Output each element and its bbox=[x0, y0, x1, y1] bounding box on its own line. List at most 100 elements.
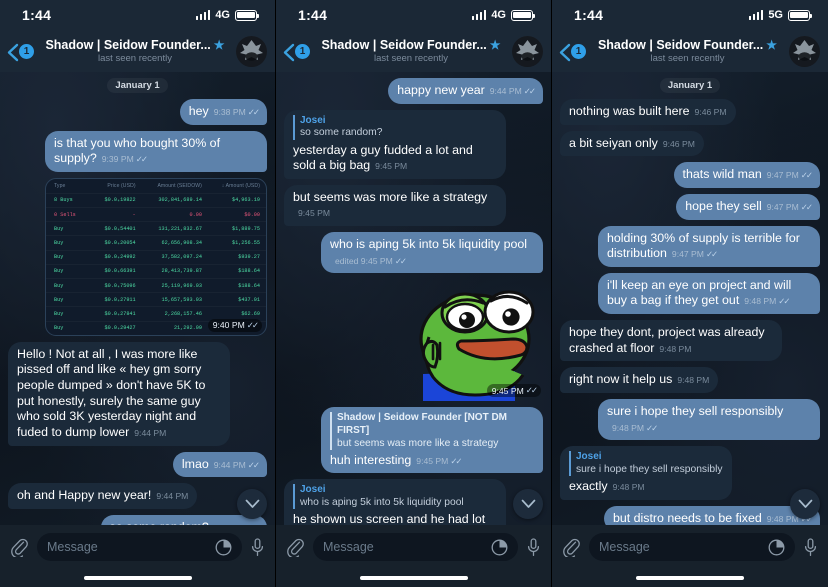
table-cell: 302,841,689.14 bbox=[142, 193, 208, 207]
unread-count-badge[interactable]: 1 bbox=[295, 43, 310, 59]
message-bubble[interactable]: oh and Happy new year! 9:44 PM bbox=[8, 483, 198, 509]
home-indicator[interactable] bbox=[636, 576, 744, 580]
chevron-left-icon[interactable] bbox=[282, 43, 295, 62]
unread-count-badge[interactable]: 1 bbox=[19, 43, 34, 59]
message-bubble[interactable]: sure i hope they sell responsibly 9:48 PM… bbox=[598, 398, 820, 441]
back-button[interactable]: 1 bbox=[6, 43, 34, 62]
column-header[interactable]: ↓ Amount (USD) bbox=[208, 179, 266, 194]
chat-title-block[interactable]: Shadow | Seidow Founder... ★ last seen rec… bbox=[586, 38, 789, 64]
trade-history-table[interactable]: Type Price (USD) Amount (SEIDOW) ↓ Amount (… bbox=[45, 177, 267, 336]
message-bubble[interactable]: holding 30% of supply is terrible for di… bbox=[598, 225, 820, 267]
reply-quote[interactable]: Josei sure i hope they sell responsibly bbox=[569, 451, 723, 477]
message-bubble[interactable]: a bit seiyan only 9:46 PM bbox=[560, 130, 704, 157]
message-bubble[interactable]: but distro needs to be fixed9:48 PM✓✓ bbox=[603, 505, 820, 525]
table-cell: $0.0₄20054 bbox=[93, 236, 142, 250]
sticker-icon[interactable] bbox=[491, 539, 508, 556]
table-row[interactable]: 0 Sells -0.00 $0.00 bbox=[46, 208, 266, 222]
reply-quote[interactable]: Josei who is aping 5k into 5k liquidity p… bbox=[293, 484, 497, 510]
message-bubble[interactable]: but seems was more like a strategy 9:45 P… bbox=[284, 184, 506, 227]
table-row[interactable]: Buy $0.0₄20054 62,656,908.34 $1,256.55 bbox=[46, 236, 266, 250]
message-time: 9:47 PM bbox=[671, 249, 704, 260]
microphone-icon[interactable] bbox=[251, 537, 264, 557]
home-indicator[interactable] bbox=[83, 576, 192, 580]
message-bubble[interactable]: Hello ! Not at all , I was more like pis… bbox=[8, 341, 230, 446]
unread-count-badge[interactable]: 1 bbox=[571, 43, 586, 59]
sticker-icon[interactable] bbox=[215, 539, 232, 556]
home-indicator[interactable] bbox=[359, 576, 468, 580]
message-bubble[interactable]: thats wild man 9:47 PM ✓✓ bbox=[673, 162, 820, 188]
message-input[interactable]: Message bbox=[589, 533, 795, 561]
message-row: oh and Happy new year! 9:44 PM bbox=[8, 483, 267, 509]
paperclip-icon[interactable] bbox=[563, 537, 580, 557]
table-row[interactable]: Buy $0.0₄27911 15,657,593.03 $437.01 bbox=[46, 293, 266, 307]
reply-author: Josei bbox=[300, 484, 326, 496]
message-bubble[interactable]: right now it help us 9:48 PM bbox=[560, 367, 719, 393]
message-meta: 9:45 PM ✓✓ bbox=[486, 384, 541, 398]
message-time: 9:48 PM bbox=[677, 375, 710, 386]
table-row[interactable]: Buy $0.0₄66391 28,413,739.87 $188.64 bbox=[46, 264, 266, 278]
read-receipt-icon: ✓✓ bbox=[800, 201, 813, 212]
reply-quote[interactable]: Josei so some random? bbox=[293, 114, 497, 140]
avatar[interactable] bbox=[789, 35, 820, 67]
message-list-container[interactable]: January 1 nothing was built here 9:46 PM a … bbox=[552, 72, 828, 525]
battery-icon bbox=[235, 9, 259, 21]
message-bubble[interactable]: is that you who bought 30% of supply? 9:3… bbox=[45, 130, 267, 172]
chevron-left-icon[interactable] bbox=[6, 43, 19, 62]
chat-header: 1 Shadow | Seidow Founder... ★ last seen re… bbox=[552, 30, 828, 72]
chevron-left-icon[interactable] bbox=[558, 43, 571, 62]
message-bubble[interactable]: Josei who is aping 5k into 5k liquidity p… bbox=[284, 479, 506, 525]
table-cell: $1,256.55 bbox=[208, 236, 266, 250]
avatar[interactable] bbox=[512, 35, 543, 67]
column-header[interactable]: Price (USD) bbox=[93, 179, 142, 194]
message-bubble[interactable]: Josei sure i hope they sell responsibly ex… bbox=[560, 446, 732, 500]
message-input[interactable]: Message bbox=[37, 533, 242, 561]
table-row[interactable]: Buy $0.0₄54401 131,221,832.67 $1,889.75 bbox=[46, 222, 266, 236]
table-cell: $188.64 bbox=[208, 279, 266, 293]
message-list-container[interactable]: January 1 hey 9:38 PM ✓✓ is that you who bou… bbox=[0, 72, 275, 525]
table-row[interactable]: Buy $0.0₄24992 37,582,097.24 $939.27 bbox=[46, 250, 266, 264]
pepe-frog-sticker[interactable]: 9:45 PM ✓✓ bbox=[393, 279, 543, 402]
message-bubble[interactable]: hey 9:38 PM ✓✓ bbox=[179, 99, 267, 125]
paperclip-icon[interactable] bbox=[287, 537, 304, 557]
message-bubble[interactable]: Shadow | Seidow Founder [NOT DM FIRST] bu… bbox=[321, 407, 543, 474]
microphone-icon[interactable] bbox=[804, 537, 817, 557]
microphone-icon[interactable] bbox=[527, 537, 540, 557]
message-bubble[interactable]: Josei so some random? yesterday a guy fudd… bbox=[284, 109, 506, 179]
table-row[interactable]: 8 Buys $0.0₄19822 302,841,689.14 $4,963.19 bbox=[46, 193, 266, 207]
message-bubble[interactable]: i'll keep an eye on project and will buy… bbox=[598, 272, 820, 314]
chevron-down-icon[interactable] bbox=[513, 489, 543, 519]
column-header[interactable]: Type bbox=[46, 179, 93, 194]
message-bubble[interactable]: so some random? 9:44 PM✓✓ bbox=[100, 514, 267, 525]
table-cell: $0.0₄24992 bbox=[93, 250, 142, 264]
column-header[interactable]: Amount (SEIDOW) bbox=[142, 179, 208, 194]
table-cell: 8 Buys bbox=[46, 193, 93, 207]
chevron-down-icon[interactable] bbox=[237, 489, 267, 519]
message-time: 9:46 PM bbox=[694, 107, 727, 117]
chevron-down-icon[interactable] bbox=[790, 489, 820, 519]
paperclip-icon[interactable] bbox=[11, 537, 28, 557]
reply-author: Shadow | Seidow Founder [NOT DM FIRST] bbox=[337, 412, 508, 436]
avatar[interactable] bbox=[236, 35, 267, 67]
sticker-icon[interactable] bbox=[768, 539, 785, 556]
table-row[interactable]: Buy $0.0₄75096 25,119,969.03 $188.64 bbox=[46, 279, 266, 293]
message-bubble[interactable]: hope they sell 9:47 PM ✓✓ bbox=[676, 193, 820, 220]
back-button[interactable]: 1 bbox=[282, 43, 310, 62]
message-bubble[interactable]: who is aping 5k into 5k liquidity pool ed… bbox=[321, 232, 543, 274]
panel-3: 1:44 5G 1 Shadow | Seidow Founder... ★ last s… bbox=[552, 0, 828, 587]
message-meta: 9:48 PM bbox=[613, 482, 645, 493]
reply-quote[interactable]: Shadow | Seidow Founder [NOT DM FIRST] bu… bbox=[330, 412, 534, 450]
chat-title-block[interactable]: Shadow | Seidow Founder... ★ last seen rec… bbox=[34, 38, 236, 64]
chat-title-block[interactable]: Shadow | Seidow Founder... ★ last seen rec… bbox=[310, 38, 512, 64]
back-button[interactable]: 1 bbox=[558, 43, 586, 62]
message-bubble[interactable]: hope they dont, project was already cras… bbox=[560, 320, 782, 362]
message-row: who is aping 5k into 5k liquidity pool ed… bbox=[284, 232, 543, 274]
read-receipt-icon: ✓✓ bbox=[135, 154, 148, 165]
table-cell: 0 Sells bbox=[46, 208, 93, 222]
message-bubble[interactable]: nothing was built here 9:46 PM bbox=[560, 99, 736, 125]
message-bubble[interactable]: happy new year 9:44 PM ✓✓ bbox=[388, 78, 543, 104]
message-bubble[interactable]: lmao 9:44 PM ✓✓ bbox=[172, 451, 267, 478]
message-list-container[interactable]: happy new year 9:44 PM ✓✓ Josei so some rand… bbox=[276, 72, 551, 525]
message-input[interactable]: Message bbox=[313, 533, 518, 561]
message-time: 9:48 PM bbox=[766, 513, 799, 524]
read-receipt-icon: ✓✓ bbox=[246, 319, 259, 330]
